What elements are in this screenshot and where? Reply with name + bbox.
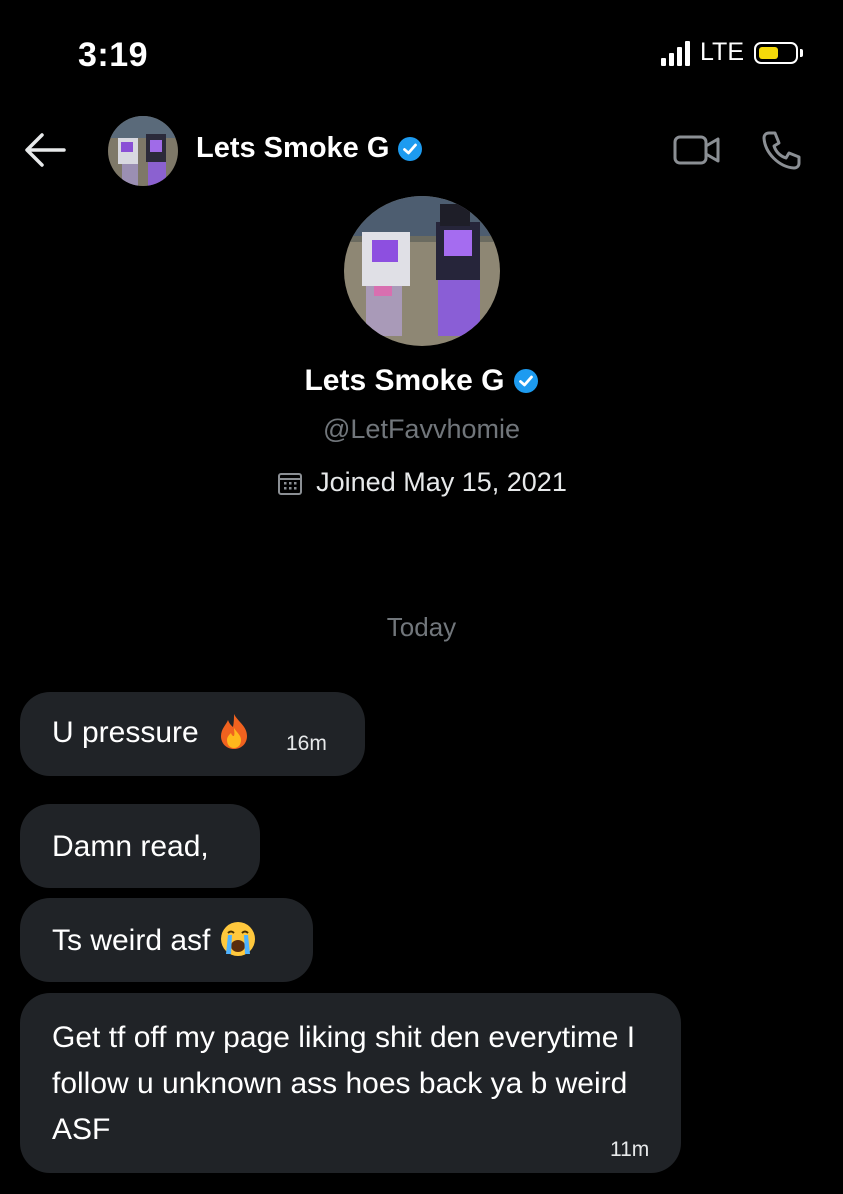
message-bubble[interactable]: U pressure 16m: [20, 692, 365, 776]
profile-avatar[interactable]: [343, 196, 500, 346]
header-avatar[interactable]: [108, 116, 178, 186]
message-text: U pressure: [52, 716, 199, 749]
avatar-image: [343, 196, 500, 346]
voice-call-button[interactable]: [760, 128, 804, 172]
arrow-left-icon: [25, 133, 66, 167]
profile-name: Lets Smoke G: [0, 364, 843, 398]
video-camera-icon: [673, 135, 720, 165]
profile-name-text: Lets Smoke G: [304, 364, 505, 397]
phone-icon: [762, 131, 801, 170]
chat-header: Lets Smoke G: [0, 110, 843, 190]
header-name-text: Lets Smoke G: [196, 132, 390, 164]
status-time: 3:19: [78, 36, 149, 74]
signal-icon: [661, 40, 690, 66]
verified-badge-icon: [513, 369, 538, 393]
message-timestamp: 16m: [286, 732, 327, 755]
message-timestamp: 11m: [610, 1138, 650, 1161]
profile-card: Lets Smoke G @LetFavvhomie Joined May 15…: [0, 196, 843, 498]
message-text: Ts weird asf: [52, 924, 211, 957]
profile-handle: @LetFavvhomie: [323, 414, 520, 444]
video-call-button[interactable]: [672, 132, 722, 168]
battery-level: [759, 46, 778, 59]
calendar-icon: [278, 472, 303, 495]
status-indicators: LTE: [661, 38, 803, 67]
profile-joined: Joined May 15, 2021: [0, 467, 843, 498]
avatar-image: [108, 116, 178, 186]
header-title[interactable]: Lets Smoke G: [196, 132, 423, 165]
message-bubble[interactable]: Get tf off my page liking shit den every…: [20, 993, 681, 1173]
back-button[interactable]: [22, 130, 68, 170]
network-type: LTE: [700, 38, 744, 66]
message-text: Damn read,: [52, 830, 209, 863]
battery-icon: [754, 41, 803, 64]
loudly-crying-face-emoji-icon: [220, 922, 255, 957]
message-text: Get tf off my page liking shit den every…: [52, 1021, 636, 1146]
message-bubble[interactable]: Damn read,: [20, 804, 260, 888]
date-separator: Today: [386, 612, 457, 642]
verified-badge-icon: [398, 136, 423, 161]
fire-emoji-icon: [221, 714, 248, 750]
joined-date-text: Joined May 15, 2021: [316, 467, 567, 497]
message-bubble[interactable]: Ts weird asf: [20, 898, 313, 982]
